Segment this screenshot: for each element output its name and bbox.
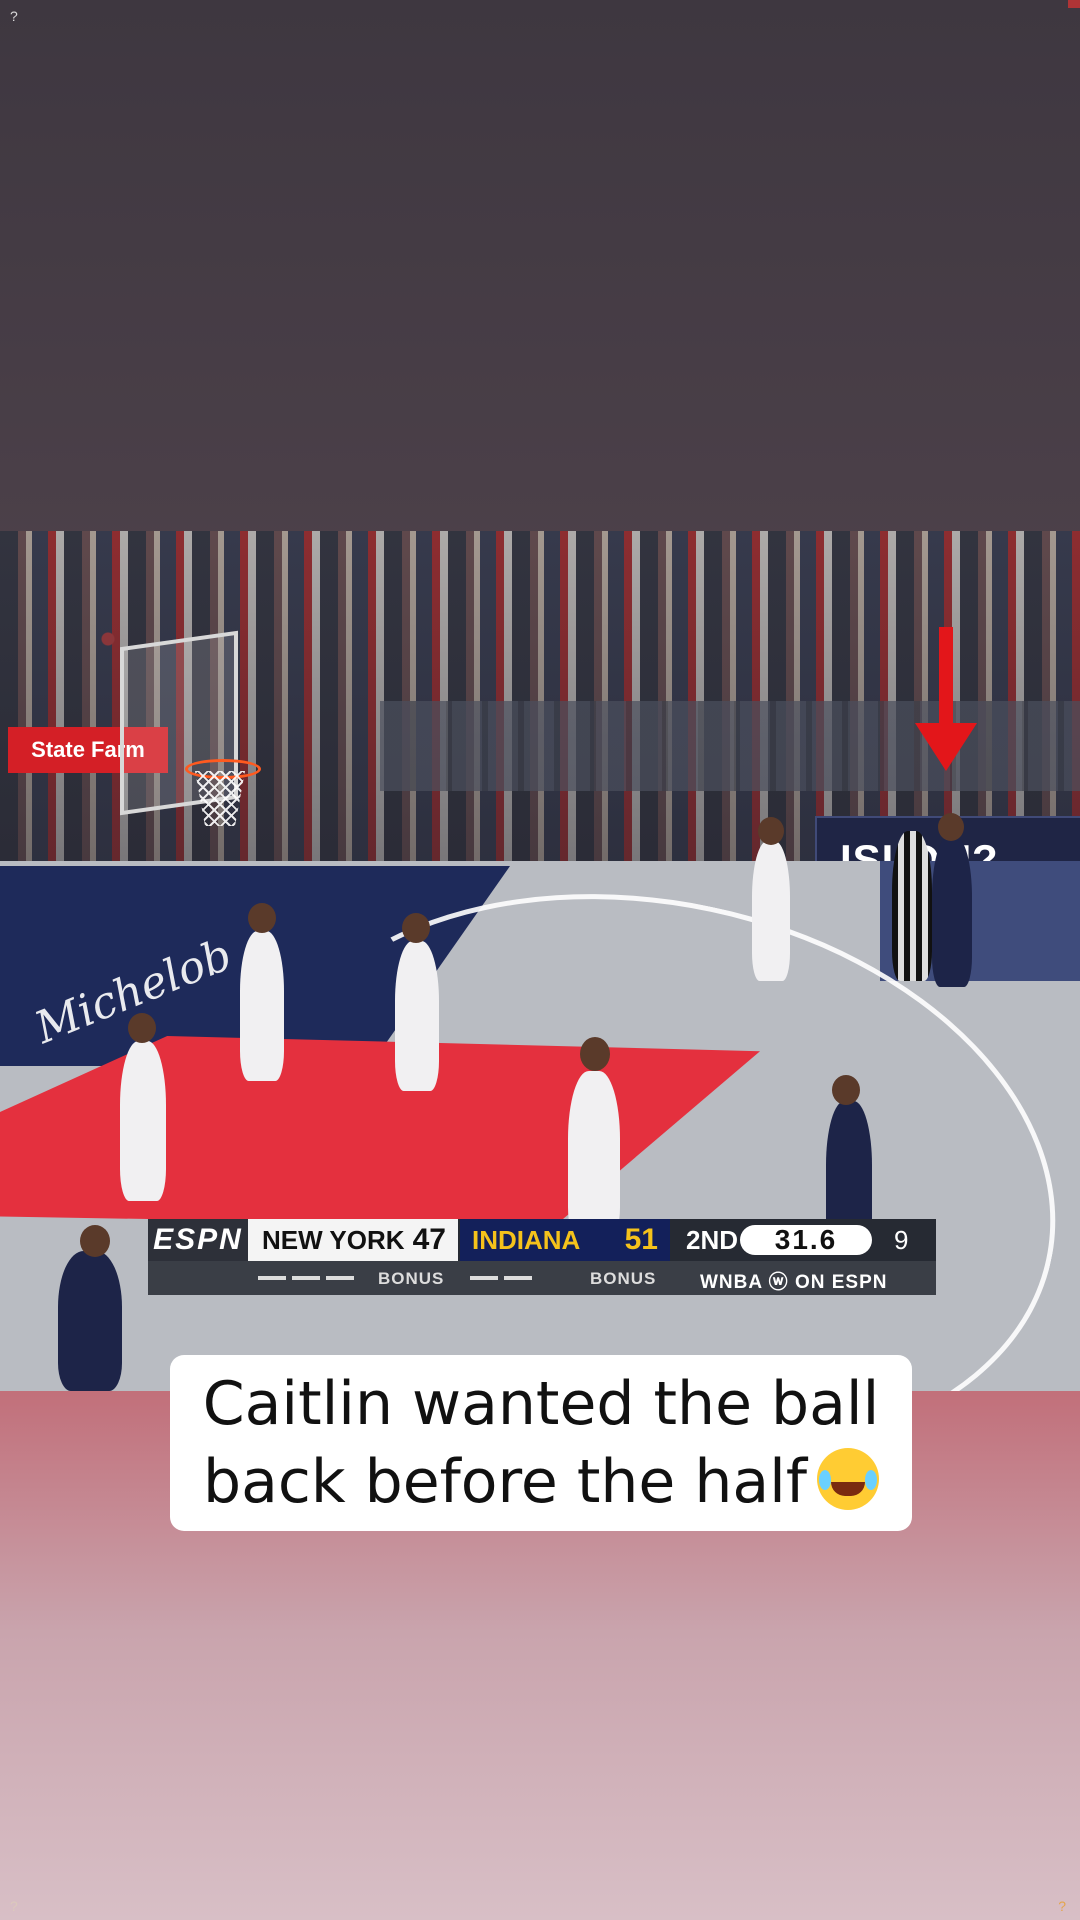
laughing-emoji-icon <box>816 1448 879 1510</box>
player-white-3 <box>120 1041 166 1201</box>
corner-glyph-bottom-left: ? <box>10 1898 18 1914</box>
away-team-score: 47 <box>412 1223 446 1256</box>
caption-line-2-text: back before the half <box>203 1447 807 1517</box>
player-white-5 <box>752 841 790 981</box>
away-timeouts <box>258 1276 286 1280</box>
network-logo: ESPN <box>148 1219 248 1261</box>
player-head <box>580 1037 610 1071</box>
corner-indicator-top-right <box>1068 0 1080 8</box>
player-head <box>832 1075 860 1105</box>
away-bonus: BONUS <box>378 1269 445 1288</box>
player-head <box>402 913 430 943</box>
player-head <box>758 817 784 845</box>
home-timeouts <box>504 1276 532 1280</box>
referee <box>892 831 932 981</box>
home-team-panel: INDIANA 51 <box>460 1219 670 1261</box>
home-team-name: INDIANA <box>472 1225 581 1255</box>
player-navy-3 <box>58 1251 122 1391</box>
red-arrow-icon <box>915 723 977 771</box>
game-clock: 31.6 <box>740 1225 872 1255</box>
player-navy-1 <box>932 837 972 987</box>
away-team-panel: NEW YORK 47 <box>248 1219 458 1261</box>
home-team-score: 51 <box>624 1223 658 1256</box>
scoreboard: ESPN NEW YORK 47 INDIANA 51 2ND 31.6 9 B… <box>148 1219 936 1295</box>
away-timeouts <box>292 1276 320 1280</box>
shot-clock: 9 <box>894 1225 909 1255</box>
caption-line-1: Caitlin wanted the ball <box>202 1369 880 1439</box>
red-arrow-shaft <box>939 627 953 727</box>
player-white-2 <box>395 941 439 1091</box>
game-period: 2ND <box>686 1225 739 1255</box>
player-head <box>128 1013 156 1043</box>
corner-glyph-bottom-right: ? <box>1058 1898 1066 1914</box>
player-head <box>248 903 276 933</box>
player-white-1 <box>240 931 284 1081</box>
away-timeouts <box>326 1276 354 1280</box>
broadcast-tag: WNBA ⓦ ON ESPN <box>700 1272 888 1293</box>
player-white-4 <box>568 1071 620 1241</box>
player-head <box>80 1225 110 1257</box>
player-head <box>938 813 964 841</box>
caption-box: Caitlin wanted the ball back before the … <box>170 1355 912 1531</box>
corner-glyph-top-left: ? <box>10 8 18 24</box>
video-frame[interactable]: State Farm ISI OU? Michelob ESPN NEW YOR… <box>0 531 1080 1391</box>
away-team-name: NEW YORK <box>262 1225 405 1255</box>
caption-line-2: back before the half <box>170 1447 912 1517</box>
home-timeouts <box>470 1276 498 1280</box>
home-bonus: BONUS <box>590 1269 657 1288</box>
